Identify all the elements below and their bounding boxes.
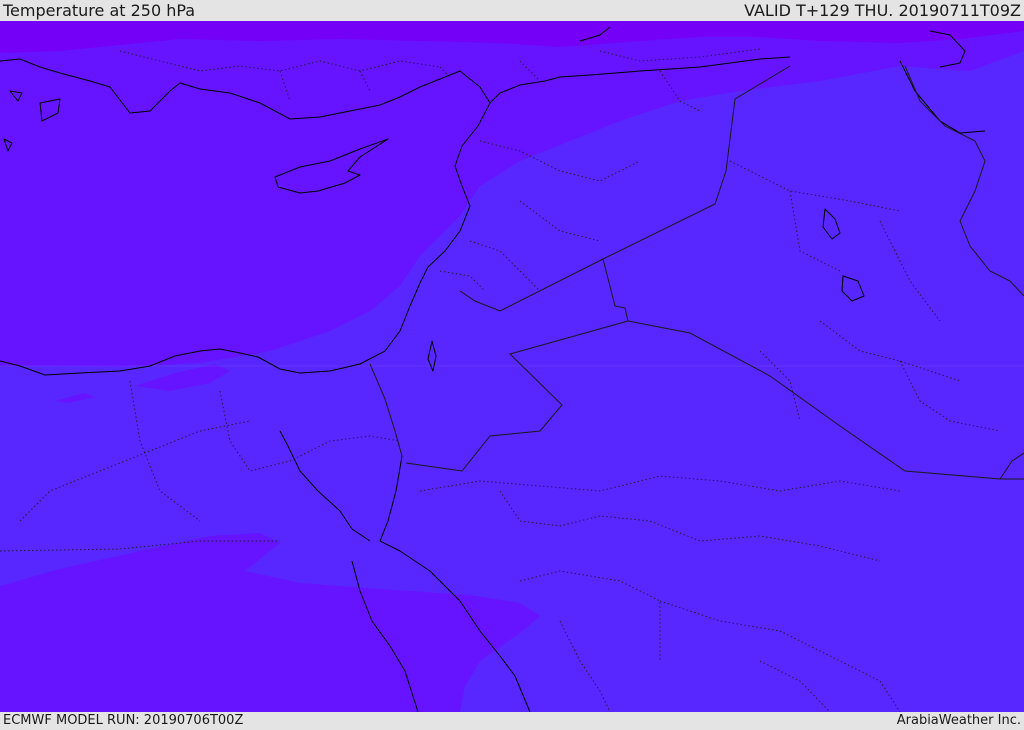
credit-label: ArabiaWeather Inc. [896,713,1021,728]
model-run-label: ECMWF MODEL RUN: 20190706T00Z [3,713,244,728]
map-canvas [0,21,1024,712]
temperature-map[interactable] [0,21,1024,712]
footer-bar: ECMWF MODEL RUN: 20190706T00Z ArabiaWeat… [0,712,1024,729]
valid-time-label: VALID T+129 THU. 20190711T09Z [744,1,1021,20]
map-title: Temperature at 250 hPa [3,1,196,20]
header-bar: Temperature at 250 hPa VALID T+129 THU. … [0,0,1024,21]
